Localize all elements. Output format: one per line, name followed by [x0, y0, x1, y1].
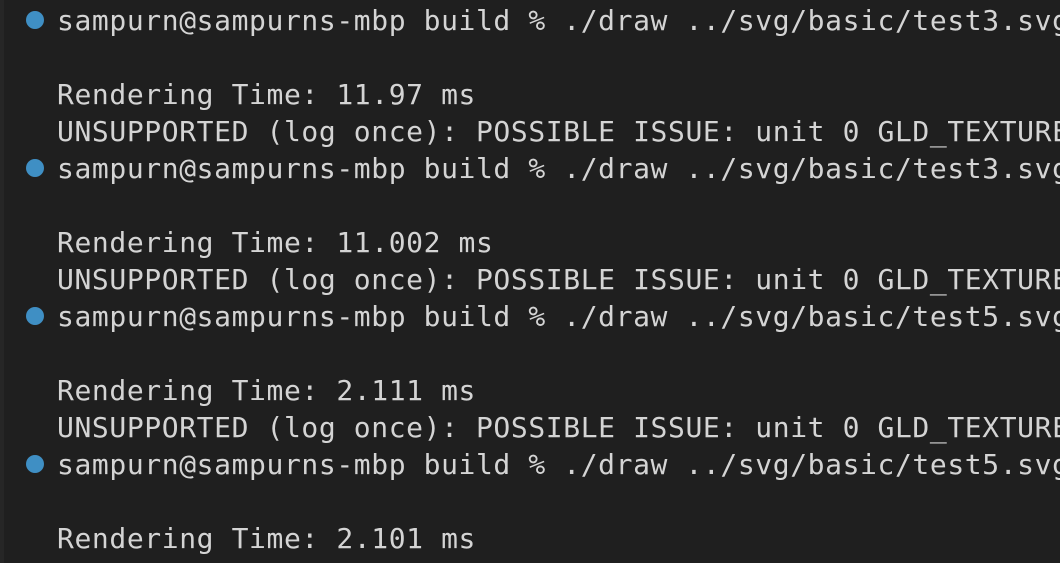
output-line-rendering-time-2: Rendering Time: 11.002 ms [57, 226, 494, 259]
prompt-line-4: sampurn@sampurns-mbp build % ./draw ../s… [57, 448, 1060, 481]
prompt-marker-icon[interactable] [26, 159, 44, 177]
output-line-rendering-time-4: Rendering Time: 2.101 ms [57, 522, 476, 555]
prompt-line-3: sampurn@sampurns-mbp build % ./draw ../s… [57, 300, 1060, 333]
output-line-rendering-time-1: Rendering Time: 11.97 ms [57, 78, 476, 111]
prompt-marker-icon[interactable] [26, 11, 44, 29]
output-line-warning-3: UNSUPPORTED (log once): POSSIBLE ISSUE: … [57, 411, 1060, 444]
prompt-line-2: sampurn@sampurns-mbp build % ./draw ../s… [57, 152, 1060, 185]
prompt-line-1: sampurn@sampurns-mbp build % ./draw ../s… [57, 4, 1060, 37]
prompt-marker-icon[interactable] [26, 455, 44, 473]
output-line-warning-1: UNSUPPORTED (log once): POSSIBLE ISSUE: … [57, 115, 1060, 148]
terminal-output[interactable]: sampurn@sampurns-mbp build % ./draw ../s… [0, 0, 1060, 563]
prompt-marker-icon[interactable] [26, 307, 44, 325]
output-line-rendering-time-3: Rendering Time: 2.111 ms [57, 374, 476, 407]
terminal-gutter [0, 0, 4, 563]
output-line-warning-2: UNSUPPORTED (log once): POSSIBLE ISSUE: … [57, 263, 1060, 296]
